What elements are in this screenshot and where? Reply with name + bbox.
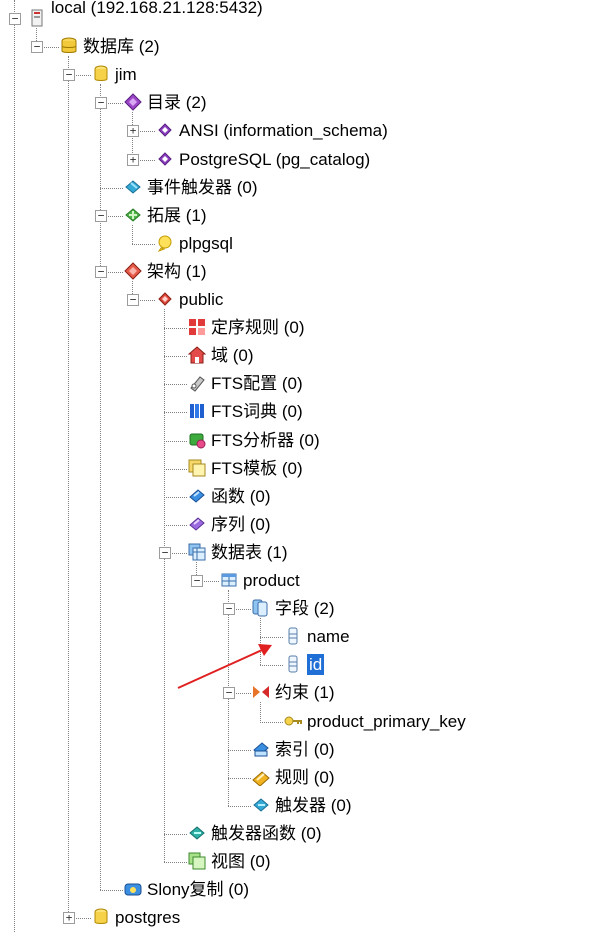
annotation-arrow xyxy=(177,644,272,689)
